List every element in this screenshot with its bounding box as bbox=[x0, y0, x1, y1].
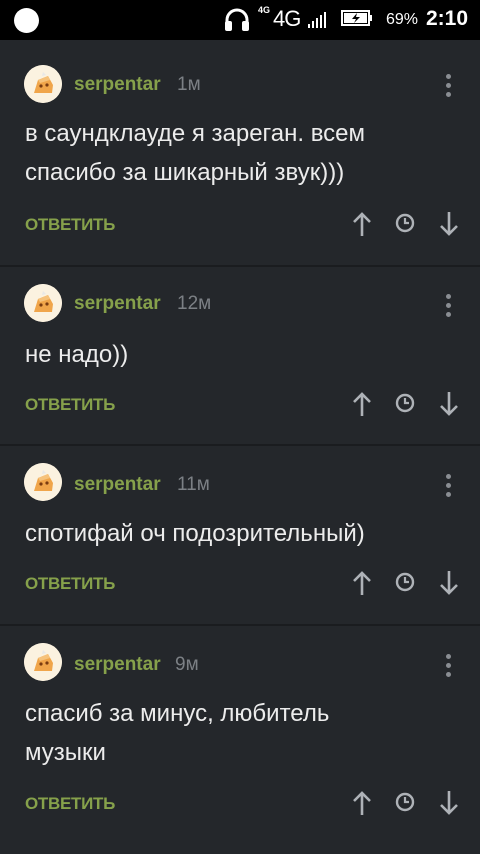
arrow-down-icon[interactable] bbox=[437, 210, 461, 238]
network-type: 4G bbox=[273, 6, 301, 31]
arrow-up-icon[interactable] bbox=[350, 390, 374, 418]
arrow-down-icon[interactable] bbox=[437, 789, 461, 817]
battery-percent: 69% bbox=[386, 11, 419, 28]
network-type-small: 4G bbox=[258, 5, 271, 15]
arrow-down-icon[interactable] bbox=[437, 569, 461, 597]
more-vert-icon[interactable] bbox=[440, 292, 456, 318]
avatar[interactable] bbox=[24, 284, 62, 322]
clock-icon[interactable] bbox=[393, 390, 417, 418]
clock-time: 2:10 bbox=[426, 7, 469, 30]
username[interactable]: serpentar bbox=[74, 293, 161, 315]
reply-button[interactable]: ОТВЕТИТЬ bbox=[25, 215, 115, 235]
comment-text: спасиб за минус, любитель музыки bbox=[25, 700, 330, 766]
arrow-down-icon[interactable] bbox=[437, 390, 461, 418]
headphones-icon bbox=[225, 8, 249, 31]
more-vert-icon[interactable] bbox=[440, 472, 456, 498]
comment-time: 11м bbox=[177, 474, 210, 495]
more-vert-icon[interactable] bbox=[440, 72, 456, 98]
comment-text: спотифай оч подозрительный) bbox=[25, 520, 365, 547]
comment-text: не надо)) bbox=[25, 341, 129, 368]
comment-text: в саундклауде я зареган. всем спасибо за… bbox=[25, 120, 366, 186]
status-bar: 4G 4G 69% 2:10 bbox=[0, 0, 480, 40]
comment-time: 1м bbox=[177, 74, 201, 95]
comment-time: 9м bbox=[175, 654, 199, 675]
comment: serpentar 9м спасиб за минус, любитель м… bbox=[0, 626, 480, 854]
avatar[interactable] bbox=[24, 463, 62, 501]
clock-icon[interactable] bbox=[393, 210, 417, 238]
avatar[interactable] bbox=[24, 643, 62, 681]
username[interactable]: serpentar bbox=[74, 474, 161, 496]
reply-button[interactable]: ОТВЕТИТЬ bbox=[25, 794, 115, 814]
reply-button[interactable]: ОТВЕТИТЬ bbox=[25, 574, 115, 594]
battery-charging-icon bbox=[341, 10, 372, 26]
clock-icon[interactable] bbox=[393, 789, 417, 817]
signal-icon bbox=[308, 12, 326, 28]
arrow-up-icon[interactable] bbox=[350, 789, 374, 817]
username[interactable]: serpentar bbox=[74, 654, 161, 676]
comment-time: 12м bbox=[177, 293, 212, 314]
notification-dot-icon bbox=[14, 8, 39, 33]
comment: serpentar 11м спотифай оч подозрительный… bbox=[0, 446, 480, 624]
arrow-up-icon[interactable] bbox=[350, 569, 374, 597]
reply-button[interactable]: ОТВЕТИТЬ bbox=[25, 395, 115, 415]
comment: serpentar 1м в саундклауде я зареган. вс… bbox=[0, 40, 480, 265]
clock-icon[interactable] bbox=[393, 569, 417, 597]
arrow-up-icon[interactable] bbox=[350, 210, 374, 238]
comment: serpentar 12м не надо)) ОТВЕТИТЬ bbox=[0, 267, 480, 444]
avatar[interactable] bbox=[24, 65, 62, 103]
more-vert-icon[interactable] bbox=[440, 652, 456, 678]
username[interactable]: serpentar bbox=[74, 74, 161, 96]
